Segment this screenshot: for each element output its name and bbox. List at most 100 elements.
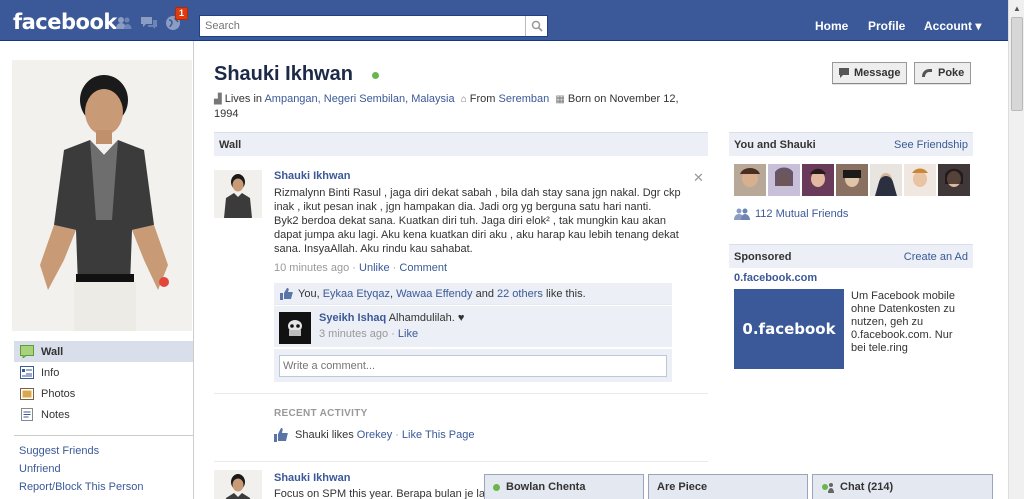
ad-body-text: Um Facebook mobile ohne Datenkosten zu n… [851,290,955,354]
poke-button-label: Poke [938,67,965,79]
commenter-name[interactable]: Syeikh Ishaq [319,312,386,324]
poke-icon [921,68,933,78]
left-nav-notes-label: Notes [41,408,70,421]
message-button[interactable]: Message [832,62,908,84]
mutual-friends-link[interactable]: 112 Mutual Friends [734,208,848,220]
chat-buddy-list-tab[interactable]: Chat (214) [812,474,993,499]
left-nav-info[interactable]: Info [14,362,193,383]
online-status-icon [372,72,379,79]
post-timestamp[interactable]: 10 minutes ago [274,262,349,274]
you-and-title: You and Shauki [734,138,816,151]
sponsored-title: Sponsored [734,250,792,263]
comment-meta: 3 minutes ago · Like [319,328,418,340]
profile-actions: Suggest Friends Unfriend Report/Block Th… [19,444,144,498]
chat-tab-are-piece[interactable]: Are Piece [648,474,808,499]
lives-in-icon: ▟ [214,94,222,105]
comment-link[interactable]: Comment [399,262,447,274]
post-author-thumbnail[interactable] [214,170,262,218]
nav-home[interactable]: Home [815,19,848,33]
post-line: dapat jumpa aku lagi. Aku kena kuatkan d… [274,229,679,241]
search-button[interactable] [525,16,547,36]
nav-account[interactable]: Account ▾ [924,19,981,33]
left-nav-divider [14,435,193,436]
likes-and: and [475,287,494,300]
friend-requests-icon[interactable] [114,14,134,32]
profile-picture[interactable] [12,60,192,331]
post-author[interactable]: Shauki Ikhwan [274,472,350,484]
post-author-thumbnail[interactable] [214,470,262,499]
report-block-link[interactable]: Report/Block This Person [19,480,144,498]
commenter-avatar[interactable] [279,312,311,344]
create-ad-link[interactable]: Create an Ad [904,251,968,263]
search-box [199,15,548,37]
post-author-name[interactable]: Shauki Ikhwan [274,170,350,182]
mutual-friend-photo[interactable] [734,164,766,196]
left-nav-wall[interactable]: Wall [14,341,193,362]
profile-name: Shauki Ikhwan [214,63,353,85]
liker-link[interactable]: Eykaa Etyqaz [323,288,390,300]
mutual-friend-photo[interactable] [768,164,800,196]
birthday-icon: ▦ [555,94,565,105]
comment-like-link[interactable]: Like [398,328,418,340]
likes-you: You, [298,287,320,300]
meta-separator: · [352,262,356,274]
post-author[interactable]: Shauki Ikhwan [274,170,350,182]
comment-body: Syeikh Ishaq Alhamdulilah. ♥ [319,312,464,324]
from-label: From [469,93,496,105]
info-icon [20,366,34,379]
like-this-page-link[interactable]: Like This Page [402,429,475,441]
mutual-friend-photo[interactable] [904,164,936,196]
search-icon [531,20,543,32]
search-input[interactable] [200,16,520,36]
mutual-friend-photo[interactable] [870,164,902,196]
see-friendship-link[interactable]: See Friendship [894,139,968,151]
comment-text: Alhamdulilah. ♥ [388,312,465,324]
meta-separator: · [391,328,395,340]
post-message: Rizmalynn Binti Rasul , jaga diri dekat … [274,186,694,256]
story-divider [214,393,708,394]
comment-composer [274,349,672,382]
left-nav-notes[interactable]: Notes [14,404,193,425]
post-message: Focus on SPM this year. Berapa bulan je … [274,488,484,499]
notes-icon [20,408,34,421]
recent-activity-item: Shauki likes Orekey · Like This Page [274,428,474,442]
chat-people-icon [821,482,835,493]
unlike-link[interactable]: Unlike [359,262,390,274]
likes-summary: You, Eykaa Etyqaz, Wawaa Effendy and 22 … [274,283,672,305]
unfriend-link[interactable]: Unfriend [19,462,144,480]
suggest-friends-link[interactable]: Suggest Friends [19,444,144,462]
mutual-friend-photo[interactable] [802,164,834,196]
ad-image[interactable]: 0.facebook [734,289,844,369]
message-icon [839,68,849,78]
liked-page-link[interactable]: Orekey [357,429,392,441]
chat-tab-bowlan[interactable]: Bowlan Chenta [484,474,644,499]
scroll-thumb[interactable] [1011,17,1023,111]
post-meta: 10 minutes ago · Unlike · Comment [274,262,447,274]
ad-title-link[interactable]: 0.facebook.com [734,272,817,284]
messages-icon[interactable] [139,14,159,32]
mutual-friend-photo[interactable] [836,164,868,196]
online-status-icon [493,483,500,491]
lives-in-link[interactable]: Ampangan, Negeri Sembilan, Malaysia [264,93,454,105]
post-author-name[interactable]: Shauki Ikhwan [274,472,350,484]
post-line: Rizmalynn Binti Rasul , jaga diri dekat … [274,187,681,199]
left-nav-photos[interactable]: Photos [14,383,193,404]
meta-separator: · [395,429,399,441]
left-nav-photos-label: Photos [41,387,76,400]
likes-suffix: like this. [545,287,586,300]
remove-post-icon[interactable]: ✕ [693,170,704,186]
poke-button[interactable]: Poke [914,62,972,84]
nav-profile[interactable]: Profile [868,19,905,33]
scrollbar[interactable]: ▲ [1008,0,1024,499]
thumbs-up-icon [280,287,293,300]
hometown-link[interactable]: Seremban [499,93,550,105]
scroll-up-arrow[interactable]: ▲ [1009,0,1024,16]
write-comment-input[interactable] [279,355,667,377]
other-likers-link[interactable]: 22 others [497,288,543,300]
post-line: inak , ikut pesan inak , jgn hampakan di… [274,201,652,213]
mutual-friend-photo[interactable] [938,164,970,196]
facebook-logo[interactable]: facebook [13,10,117,34]
chat-online-count: Chat (214) [840,481,894,493]
liker-link[interactable]: Wawaa Effendy [396,288,472,300]
wall-section-header: Wall [214,132,708,156]
